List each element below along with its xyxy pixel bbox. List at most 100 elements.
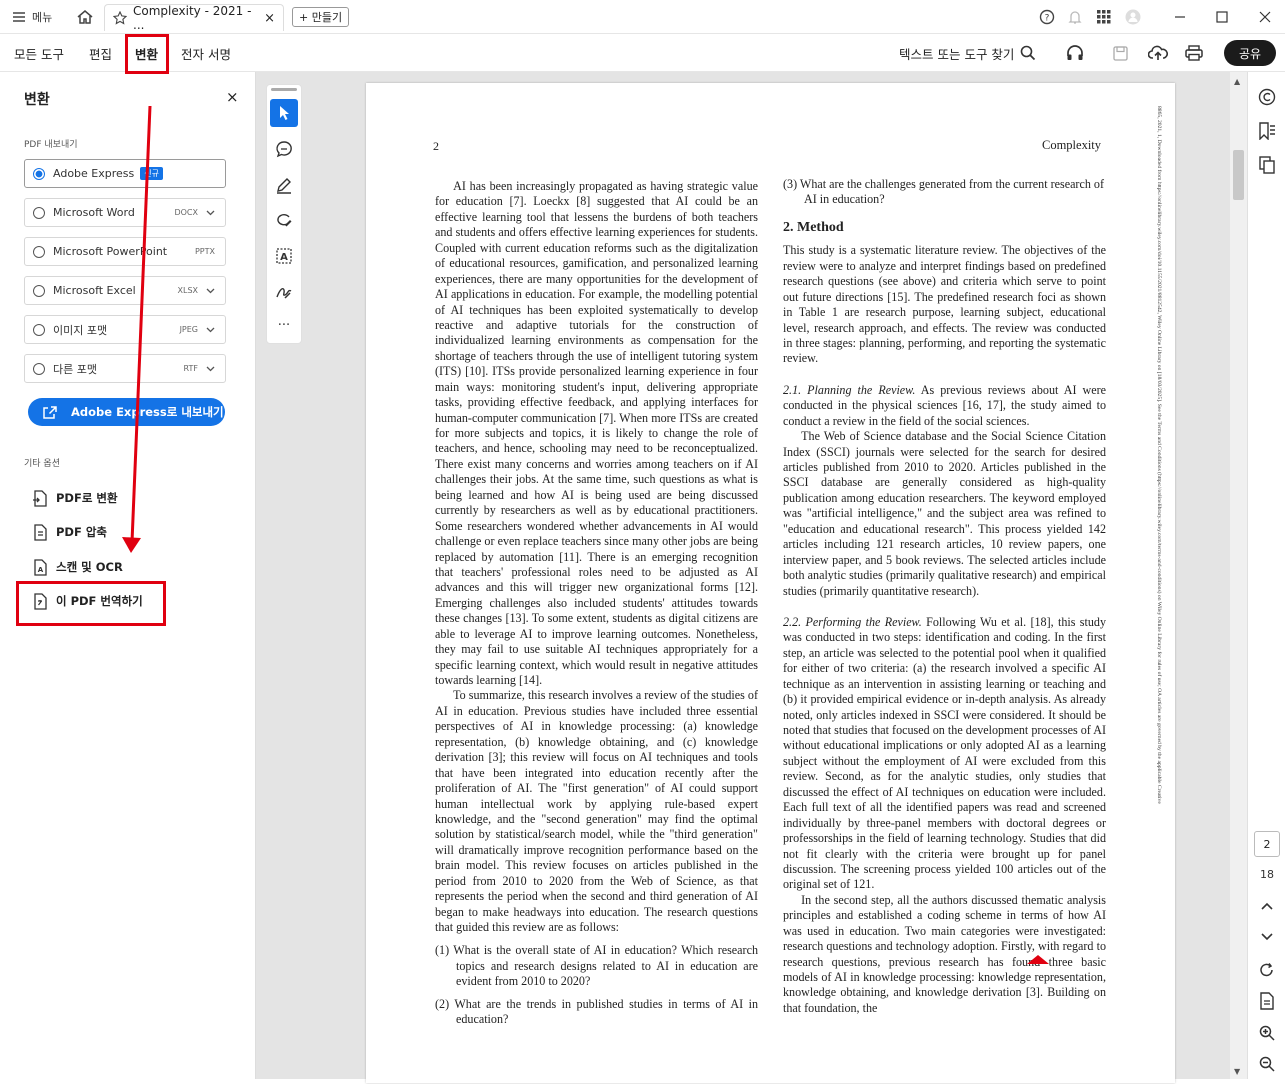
next-page-icon[interactable] (1261, 933, 1273, 941)
search-tools[interactable]: 텍스트 또는 도구 찾기 (899, 34, 1036, 72)
zoom-out-icon[interactable] (1259, 1056, 1275, 1072)
compress-icon (32, 523, 47, 541)
menu-edit[interactable]: 편집 (89, 34, 112, 72)
total-pages: 18 (1260, 868, 1274, 881)
research-question: (2) What are the trends in published stu… (435, 996, 758, 1027)
sign-tool-icon[interactable] (270, 278, 298, 306)
format-ext: PPTX (194, 247, 215, 256)
chevron-down-icon[interactable] (206, 288, 215, 294)
bookmark-panel-icon[interactable] (1258, 122, 1276, 140)
left-column: AI has been increasingly propagated as h… (435, 179, 758, 1084)
text-tool-icon[interactable]: A (270, 242, 298, 270)
page-number: 2 (433, 139, 439, 153)
scroll-down-icon[interactable]: ▼ (1234, 1067, 1240, 1076)
research-question: (3) What are the challenges generated fr… (783, 177, 1104, 207)
document-tab[interactable]: Complexity - 2021 - ... × (104, 4, 284, 32)
svg-text:A: A (280, 252, 288, 263)
cursor-marker (1027, 955, 1049, 964)
other-options-label: 기타 옵션 (24, 459, 60, 469)
close-window-icon[interactable] (1259, 0, 1271, 34)
scroll-up-icon[interactable]: ▲ (1234, 77, 1240, 86)
print-icon[interactable] (1185, 34, 1203, 72)
prev-page-icon[interactable] (1261, 902, 1273, 910)
format-ext: DOCX (174, 208, 198, 217)
share-button[interactable]: 공유 (1224, 40, 1276, 66)
highlight-box-convert (125, 34, 169, 74)
minimize-icon[interactable] (1174, 0, 1186, 34)
export-icon (43, 405, 57, 419)
star-icon[interactable] (113, 11, 127, 25)
bell-icon[interactable] (1068, 0, 1082, 34)
chevron-down-icon[interactable] (206, 366, 215, 372)
option-convert-to-pdf[interactable]: PDF로 변환 (32, 486, 118, 510)
close-tab-icon[interactable]: × (264, 11, 275, 26)
running-head: Complexity (1042, 138, 1102, 152)
more-tools-icon[interactable]: ··· (270, 311, 298, 339)
research-question: (1) What is the overall state of AI in e… (435, 943, 758, 989)
option-compress-pdf[interactable]: PDF 압축 (32, 520, 107, 544)
option-scan-ocr[interactable]: A 스캔 및 OCR (32, 555, 123, 579)
help-icon[interactable]: ? (1039, 0, 1055, 34)
chevron-down-icon[interactable] (206, 210, 215, 216)
format-ext: JPEG (179, 325, 198, 334)
pdf-page: 2 Complexity AI has been increasingly pr… (366, 83, 1175, 1083)
rotate-icon[interactable] (1259, 962, 1275, 978)
headphones-icon[interactable] (1066, 34, 1084, 72)
zoom-in-icon[interactable] (1259, 1025, 1275, 1041)
pages-panel-icon[interactable] (1258, 156, 1276, 174)
arrow-annotation (122, 105, 152, 553)
hamburger-icon (12, 11, 26, 23)
new-tab-button[interactable]: + 만들기 (292, 7, 350, 27)
draw-tool-icon[interactable] (270, 206, 298, 234)
save-icon[interactable] (1113, 34, 1128, 72)
home-icon[interactable] (76, 0, 94, 34)
paragraph: To summarize, this research involves a r… (435, 688, 758, 934)
chevron-down-icon[interactable] (206, 327, 215, 333)
maximize-icon[interactable] (1216, 0, 1228, 34)
svg-text:?: ? (1045, 14, 1050, 24)
cloud-upload-icon[interactable] (1148, 34, 1168, 72)
current-page-input[interactable]: 2 (1254, 831, 1280, 857)
avatar[interactable] (1125, 0, 1141, 34)
svg-text:A: A (38, 566, 44, 574)
radio[interactable] (33, 323, 45, 336)
menu-bar: 모든 도구 편집 변환 전자 서명 텍스트 또는 도구 찾기 (0, 34, 1285, 72)
scrollbar-thumb[interactable] (1233, 150, 1244, 200)
toolbar-grip[interactable] (271, 88, 297, 91)
paragraph: The Web of Science database and the Soci… (783, 429, 1106, 598)
title-bar: 메뉴 Complexity - 2021 - ... × + 만들기 ? (0, 0, 1285, 34)
side-note-text: 8865, 2021, 1, Downloaded from https://o… (1156, 106, 1162, 804)
page-fit-icon[interactable] (1259, 992, 1275, 1010)
search-label: 텍스트 또는 도구 찾기 (899, 46, 1015, 62)
option-label: PDF로 변환 (56, 491, 118, 505)
section-heading: 2. Method (783, 219, 844, 235)
option-label: 스캔 및 OCR (56, 560, 123, 574)
radio-selected[interactable] (33, 167, 45, 180)
paragraph: Following Wu et al. [18], this study was… (783, 614, 1106, 892)
highlight-box-translate (16, 581, 166, 626)
menu-all-tools[interactable]: 모든 도구 (14, 34, 64, 72)
menu-button[interactable]: 메뉴 (12, 0, 52, 34)
annotation-toolbar: A ··· (266, 84, 302, 344)
new-tab-label: + 만들기 (299, 11, 343, 24)
select-tool-icon[interactable] (270, 99, 298, 127)
radio[interactable] (33, 206, 45, 219)
scrollbar[interactable]: ▲ ▼ (1230, 72, 1247, 1079)
option-label: PDF 압축 (56, 525, 107, 539)
pen-tool-icon[interactable] (270, 171, 298, 199)
radio[interactable] (33, 362, 45, 375)
radio[interactable] (33, 245, 45, 258)
radio[interactable] (33, 284, 45, 297)
pdf-convert-icon (32, 489, 47, 507)
close-panel-icon[interactable]: × (226, 88, 239, 106)
menu-esign[interactable]: 전자 서명 (181, 34, 231, 72)
format-ext: XLSX (177, 286, 199, 295)
right-rail: 2 18 (1247, 72, 1285, 1079)
apps-grid-icon[interactable] (1097, 0, 1111, 34)
tab-title: Complexity - 2021 - ... (133, 4, 252, 32)
menu-label: 메뉴 (32, 11, 53, 24)
ai-assistant-icon[interactable] (1258, 88, 1276, 106)
format-label: 이미지 포맷 (53, 323, 108, 337)
comment-tool-icon[interactable] (270, 135, 298, 163)
scan-icon: A (32, 558, 47, 576)
